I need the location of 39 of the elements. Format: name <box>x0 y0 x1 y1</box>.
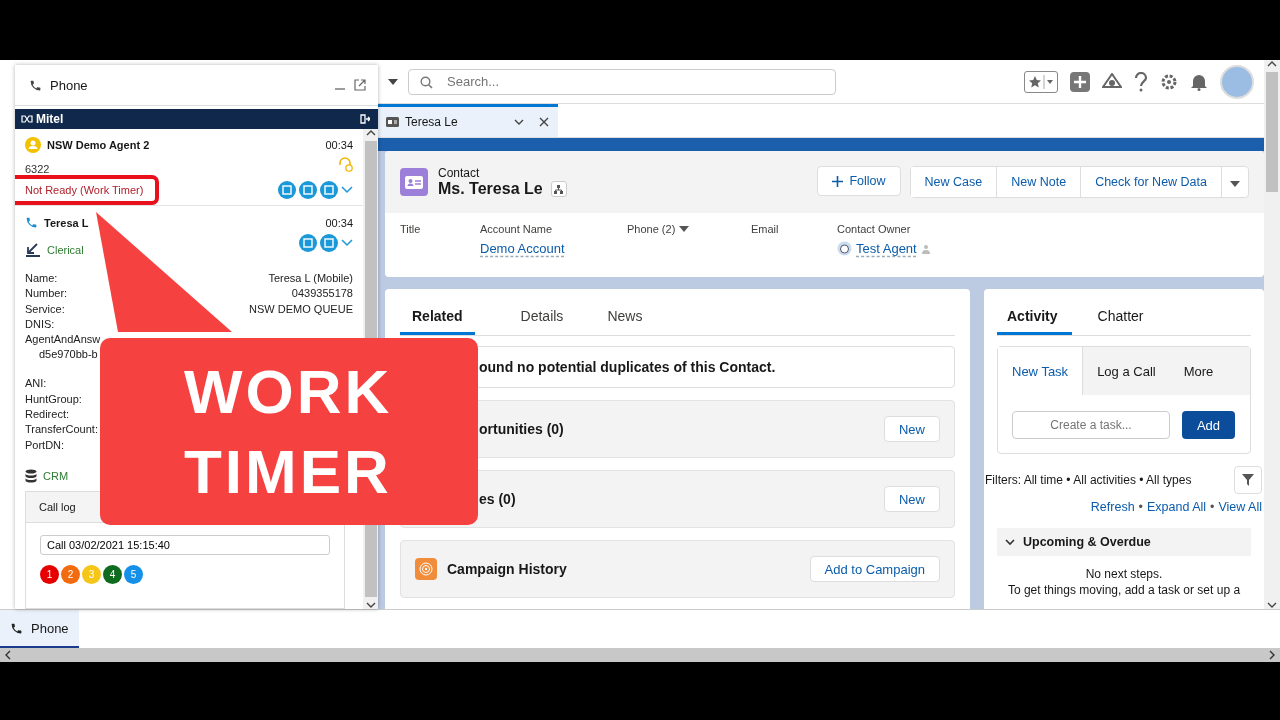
section-title: Upcoming & Overdue <box>1023 535 1151 549</box>
section-title: Call log <box>39 500 76 513</box>
detail-label: ANI: <box>25 376 47 392</box>
field-label: Title <box>400 223 421 235</box>
detail-label: DNIS: <box>25 316 55 332</box>
detail-label: PortDN: <box>25 437 65 453</box>
detail-label: TransferCount: <box>25 422 98 438</box>
agent-status: Not Ready (Work Timer) <box>25 184 144 196</box>
separator: • <box>1210 500 1215 514</box>
detail-label: Name: <box>25 271 58 286</box>
detail-value: d5e970bb-b <box>39 348 98 361</box>
caller-name: Teresa L <box>44 216 89 229</box>
duplicates-message: ound no potential duplicates of this Contact. <box>479 359 776 375</box>
detail-value: NSW DEMO QUEUE <box>249 301 353 317</box>
field-label: Contact Owner <box>837 223 911 235</box>
detail-value: 0439355178 <box>291 286 353 302</box>
detail-value: Teresa L (Mobile) <box>268 271 353 286</box>
detail-label: AgentAndAnsw <box>25 332 101 348</box>
filters-text: Filters: All time • All activities • All types <box>985 473 1192 487</box>
agent-extension: 6322 <box>25 163 50 175</box>
field-label: Phone (2) <box>627 223 676 235</box>
object-type: Contact <box>438 166 481 180</box>
detail-label: Redirect: <box>25 407 70 423</box>
call-timer: 00:34 <box>325 216 353 229</box>
brand-name: Mitel <box>36 112 64 126</box>
detail-label: Service: <box>25 301 65 317</box>
panel-title: Phone <box>50 77 89 93</box>
field-label: Email <box>751 223 779 235</box>
detail-label: Number: <box>25 286 68 302</box>
separator: • <box>1138 500 1143 514</box>
field-label: Account Name <box>480 223 553 235</box>
empty-title: No next steps. <box>1084 566 1164 582</box>
call-category: Clerical <box>47 244 84 256</box>
callout-tooltip: WORK TIMER <box>100 338 478 525</box>
record-name: Ms. Teresa Le <box>438 180 543 198</box>
empty-text: To get things moving, add a task or set up a <box>1006 582 1242 598</box>
agent-name: NSW Demo Agent 2 <box>47 139 150 151</box>
detail-label: HuntGroup: <box>25 391 82 407</box>
agent-timer: 00:34 <box>325 139 353 151</box>
